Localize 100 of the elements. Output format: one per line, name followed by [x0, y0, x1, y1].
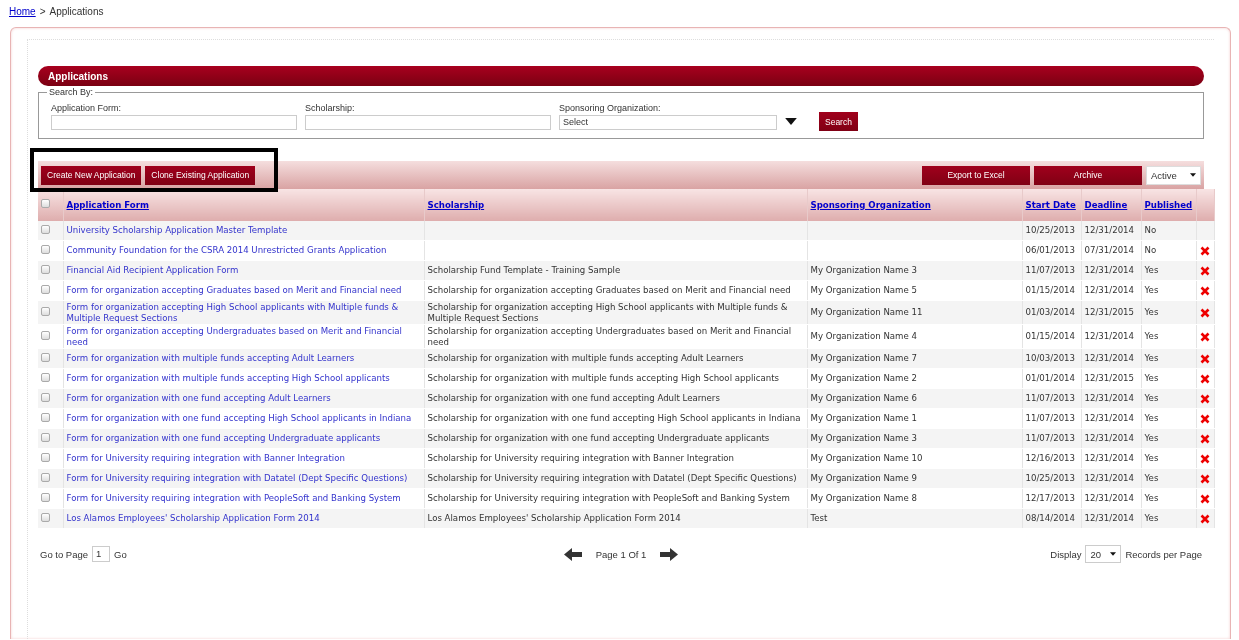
- table-cell: My Organization Name 3: [810, 265, 917, 276]
- table-cell: Yes: [1144, 413, 1159, 424]
- table-cell: 10/25/2013: [1025, 225, 1076, 236]
- table-cell: My Organization Name 2: [810, 373, 917, 384]
- application-link[interactable]: Form for organization accepting Undergraduates based on Merit and Financial need: [66, 326, 421, 347]
- application-link[interactable]: Form for University requiring integration with Banner Integration: [66, 453, 421, 464]
- application-link[interactable]: Form for organization with one fund accepting High School applicants in Indiana: [66, 413, 421, 424]
- checkbox[interactable]: [41, 352, 50, 362]
- table-cell: 12/31/2014: [1084, 453, 1135, 464]
- page-info: Page 1 Of 1: [595, 548, 647, 560]
- table-cell: My Organization Name 6: [810, 393, 917, 404]
- dropdown-icon: [785, 118, 797, 125]
- table-cell: My Organization Name 3: [810, 433, 917, 444]
- delete-icon[interactable]: [1200, 433, 1210, 444]
- table-cell: 08/14/2014: [1025, 513, 1076, 524]
- column-header-link[interactable]: Sponsoring Organization: [810, 199, 931, 210]
- table-cell: 12/31/2015: [1084, 373, 1135, 384]
- delete-icon[interactable]: [1200, 245, 1210, 256]
- table-cell: 12/31/2014: [1084, 473, 1135, 484]
- table-cell: Yes: [1144, 285, 1159, 296]
- table-cell: 12/31/2014: [1084, 265, 1135, 276]
- go-link[interactable]: Go: [114, 548, 127, 560]
- delete-icon[interactable]: [1200, 493, 1210, 504]
- delete-icon[interactable]: [1200, 307, 1210, 318]
- checkbox[interactable]: [41, 199, 50, 209]
- checkbox[interactable]: [41, 392, 50, 402]
- toolbar-button[interactable]: Archive: [1034, 165, 1142, 185]
- checkbox[interactable]: [41, 244, 50, 254]
- page-input[interactable]: 1: [92, 546, 111, 562]
- next-arrow-icon[interactable]: [660, 547, 679, 561]
- table-cell: 06/01/2013: [1025, 245, 1076, 256]
- home-link[interactable]: Home: [9, 6, 36, 20]
- delete-icon[interactable]: [1200, 413, 1210, 424]
- checkbox[interactable]: [41, 284, 50, 294]
- table-cell: My Organization Name 5: [810, 285, 917, 296]
- column-header-link[interactable]: Scholarship: [427, 199, 485, 210]
- table-cell: Scholarship for organization with one fund accepting High School applicants in Indiana: [427, 413, 801, 424]
- table-cell: Test: [810, 513, 828, 524]
- table-cell: Scholarship for organization with multiple funds accepting Adult Learners: [427, 353, 744, 364]
- table-cell: Yes: [1144, 513, 1159, 524]
- table-cell: 12/31/2014: [1084, 393, 1135, 404]
- checkbox[interactable]: [41, 264, 50, 274]
- delete-icon[interactable]: [1200, 285, 1210, 296]
- application-link[interactable]: Community Foundation for the CSRA 2014 Unrestricted Grants Application: [66, 245, 421, 256]
- checkbox[interactable]: [41, 452, 50, 462]
- table-cell: 12/31/2014: [1084, 513, 1135, 524]
- delete-icon[interactable]: [1200, 473, 1210, 484]
- table-cell: Scholarship for University requiring integration with Datatel (Dept Specific Questions): [427, 473, 797, 484]
- records-label: Records per Page: [1125, 548, 1202, 560]
- page-size-select[interactable]: 20: [1085, 545, 1122, 563]
- checkbox[interactable]: [41, 372, 50, 382]
- table-cell: Yes: [1144, 331, 1159, 342]
- select-field[interactable]: Select: [559, 115, 777, 130]
- application-link[interactable]: Form for University requiring integration with PeopleSoft and Banking System: [66, 493, 421, 504]
- table-cell: Scholarship for organization accepting Undergraduates based on Merit and Financial need: [427, 326, 792, 347]
- checkbox[interactable]: [41, 432, 50, 442]
- checkbox[interactable]: [41, 512, 50, 522]
- checkbox[interactable]: [41, 492, 50, 502]
- table-cell: 11/07/2013: [1025, 393, 1076, 404]
- table-cell: 11/07/2013: [1025, 433, 1076, 444]
- table-cell: 12/31/2015: [1084, 307, 1135, 318]
- table-cell: Los Alamos Employees' Scholarship Application Form 2014: [427, 513, 681, 524]
- delete-icon[interactable]: [1200, 331, 1210, 342]
- table-cell: Scholarship for organization accepting High School applicants with Multiple funds & Multiple Request Sections: [427, 302, 788, 323]
- toolbar-button[interactable]: Export to Excel: [922, 165, 1030, 185]
- delete-icon[interactable]: [1200, 513, 1210, 524]
- application-link[interactable]: Form for organization with multiple funds accepting High School applicants: [66, 373, 421, 384]
- table-cell: Yes: [1144, 265, 1159, 276]
- delete-icon[interactable]: [1200, 353, 1210, 364]
- toolbar-button[interactable]: Clone Existing Application: [145, 165, 256, 185]
- previous-arrow-icon[interactable]: [563, 547, 582, 561]
- checkbox[interactable]: [41, 412, 50, 422]
- input-field[interactable]: [51, 115, 297, 130]
- table-cell: Yes: [1144, 353, 1159, 364]
- display-label: Display: [1050, 548, 1082, 560]
- table-cell: 12/31/2014: [1084, 433, 1135, 444]
- table-cell: Yes: [1144, 433, 1159, 444]
- checkbox[interactable]: [41, 306, 50, 316]
- input-field[interactable]: [305, 115, 551, 130]
- table-cell: 12/17/2013: [1025, 493, 1076, 504]
- toolbar-button[interactable]: Create New Application: [41, 165, 142, 185]
- table-cell: No: [1144, 245, 1157, 256]
- search-button[interactable]: Search: [819, 112, 858, 131]
- checkbox[interactable]: [41, 472, 50, 482]
- table-cell: 07/31/2014: [1084, 245, 1135, 256]
- checkbox[interactable]: [41, 224, 50, 234]
- application-link[interactable]: Form for organization accepting Graduates based on Merit and Financial need: [66, 285, 421, 296]
- status-select[interactable]: Active: [1146, 165, 1201, 185]
- table-cell: 10/25/2013: [1025, 473, 1076, 484]
- delete-icon[interactable]: [1200, 373, 1210, 384]
- table-cell: Scholarship for organization accepting Graduates based on Merit and Financial need: [427, 285, 791, 296]
- table-cell: Scholarship for organization with multiple funds accepting High School applicants: [427, 373, 779, 384]
- table-cell: 12/31/2014: [1084, 331, 1135, 342]
- delete-icon[interactable]: [1200, 265, 1210, 276]
- column-header-link[interactable]: Application Form: [66, 199, 149, 210]
- delete-icon[interactable]: [1200, 453, 1210, 464]
- checkbox[interactable]: [41, 330, 50, 340]
- delete-icon[interactable]: [1200, 393, 1210, 404]
- table-cell: 12/31/2014: [1084, 285, 1135, 296]
- breadcrumb-separator: >: [39, 6, 46, 19]
